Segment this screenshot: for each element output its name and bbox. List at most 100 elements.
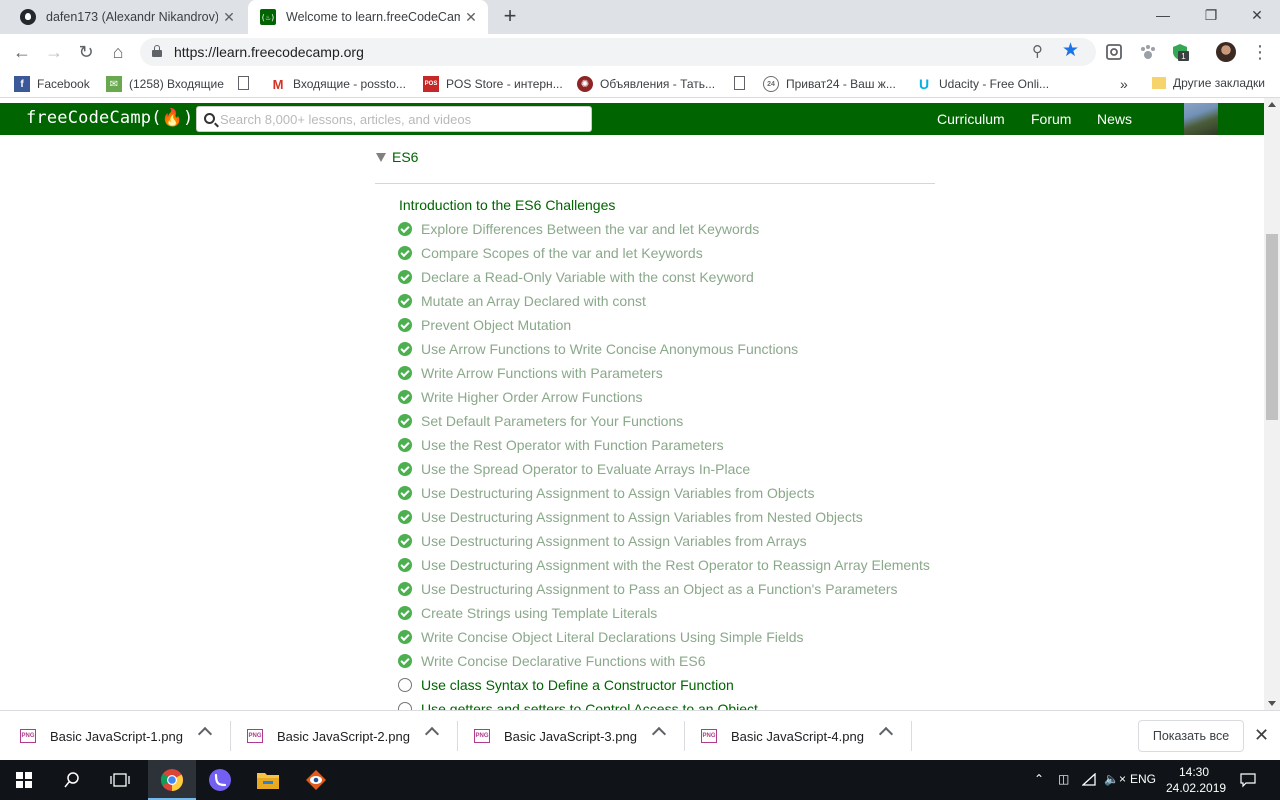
tab-github-profile[interactable]: dafen173 (Alexandr Nikandrov) ✕ [8,0,246,34]
challenge-item[interactable]: Use getters and setters to Control Acces… [398,699,758,710]
challenge-item[interactable]: Explore Differences Between the var and … [398,219,759,239]
tab-freecodecamp[interactable]: (♨) Welcome to learn.freeCodeCamp ✕ [248,0,488,34]
check-circle-icon [398,654,412,668]
nav-forum[interactable]: Forum [1031,111,1071,127]
restore-window-button[interactable]: ❐ [1188,0,1234,30]
nav-curriculum[interactable]: Curriculum [937,111,1005,127]
bookmark-label: Приват24 - Ваш ж... [786,77,896,91]
address-bar[interactable]: https://learn.freecodecamp.org ⚲ ★ [140,38,1096,66]
challenge-item[interactable]: Prevent Object Mutation [398,315,571,335]
site-search-box[interactable] [196,106,592,132]
show-all-downloads-button[interactable]: Показать все [1138,720,1244,752]
challenge-item[interactable]: Use the Spread Operator to Evaluate Arra… [398,459,750,479]
image-viewer-taskbar-icon[interactable] [292,760,340,800]
bookmark-page[interactable] [734,76,752,90]
chevron-up-icon[interactable] [651,726,667,742]
challenge-item[interactable]: Use Destructuring Assignment to Assign V… [398,507,863,527]
bookmarks-overflow-button[interactable]: » [1120,76,1128,92]
tab-close-button[interactable]: ✕ [218,9,240,26]
close-window-button[interactable]: ✕ [1234,0,1280,30]
zoom-magnifier-icon[interactable]: ⚲ [1032,42,1043,60]
volume-muted-icon[interactable]: 🔈× [1104,772,1126,786]
shield-extension-icon[interactable]: 1 [1170,42,1190,62]
download-item[interactable]: PNG Basic JavaScript-2.png [247,711,410,761]
new-tab-button[interactable]: + [498,5,522,29]
reload-icon[interactable]: ↻ [74,40,98,64]
challenge-item[interactable]: Write Concise Declarative Functions with… [398,651,706,671]
menu-dots-icon[interactable]: ⋮ [1248,40,1272,64]
expand-triangle-icon [376,152,386,162]
bookmark-ads[interactable]: ✺ Объявления - Тать... [577,76,715,92]
challenge-item[interactable]: Use Destructuring Assignment to Assign V… [398,483,814,503]
bookmark-page[interactable] [238,76,256,90]
section-toggle-es6[interactable]: ES6 [376,149,418,165]
profile-avatar[interactable] [1216,42,1236,62]
file-explorer-taskbar-icon[interactable] [244,760,292,800]
challenge-title: Compare Scopes of the var and let Keywor… [421,245,703,261]
page-scrollbar[interactable] [1264,98,1280,710]
chevron-up-icon[interactable] [424,726,440,742]
system-clock[interactable]: 14:30 24.02.2019 [1166,764,1226,796]
check-circle-icon [398,582,412,596]
forward-arrow-icon[interactable]: → [42,40,66,64]
challenge-item[interactable]: Write Arrow Functions with Parameters [398,363,663,383]
challenge-item[interactable]: Mutate an Array Declared with const [398,291,646,311]
challenge-item[interactable]: Use Destructuring Assignment to Pass an … [398,579,898,599]
search-input[interactable] [220,110,580,128]
chevron-up-icon[interactable] [878,726,894,742]
tab-close-button[interactable]: ✕ [460,9,482,26]
close-shelf-icon[interactable]: ✕ [1254,725,1269,746]
challenge-item[interactable]: Use class Syntax to Define a Constructor… [398,675,734,695]
task-view-icon[interactable] [96,760,144,800]
other-bookmarks-folder[interactable]: Другие закладки [1152,76,1265,90]
user-avatar[interactable] [1184,103,1218,135]
challenge-item[interactable]: Compare Scopes of the var and let Keywor… [398,243,703,263]
challenge-item[interactable]: Use Destructuring Assignment to Assign V… [398,531,807,551]
download-item[interactable]: PNG Basic JavaScript-4.png [701,711,864,761]
input-language[interactable]: ENG [1130,772,1156,786]
freecodecamp-logo[interactable]: freeCodeCamp(🔥) [26,108,193,128]
back-arrow-icon[interactable]: ← [10,40,34,64]
download-item[interactable]: PNG Basic JavaScript-3.png [474,711,637,761]
chevron-up-icon[interactable] [197,726,213,742]
scroll-down-arrow-icon[interactable] [1268,701,1276,706]
home-icon[interactable]: ⌂ [106,40,130,64]
minimize-window-button[interactable]: — [1140,0,1186,30]
challenge-item[interactable]: Declare a Read-Only Variable with the co… [398,267,754,287]
challenge-item[interactable]: Use the Rest Operator with Function Para… [398,435,724,455]
start-button[interactable] [0,760,48,800]
check-circle-icon [398,534,412,548]
search-icon[interactable] [48,760,96,800]
paw-extension-icon[interactable] [1138,42,1158,62]
screenshot-extension-icon[interactable] [1104,42,1124,62]
nav-news[interactable]: News [1097,111,1132,127]
intro-link[interactable]: Introduction to the ES6 Challenges [399,197,615,213]
bookmark-privat24[interactable]: 24 Приват24 - Ваш ж... [763,76,896,92]
chrome-taskbar-icon[interactable] [148,760,196,800]
scrollbar-thumb[interactable] [1266,234,1278,420]
tray-overflow-chevron-icon[interactable]: ⌃ [1034,772,1044,786]
challenge-item[interactable]: Create Strings using Template Literals [398,603,657,623]
scroll-up-arrow-icon[interactable] [1268,102,1276,107]
challenge-item[interactable]: Write Concise Object Literal Declaration… [398,627,804,647]
challenge-item[interactable]: Set Default Parameters for Your Function… [398,411,683,431]
challenge-title: Write Arrow Functions with Parameters [421,365,663,381]
bookmark-mail-inbox[interactable]: ✉ (1258) Входящие [106,76,224,92]
bookmark-udacity[interactable]: U Udacity - Free Onli... [916,76,1049,92]
bookmarks-bar: f Facebook ✉ (1258) Входящие M Входящие … [0,70,1280,98]
bookmark-pos-store[interactable]: POS POS Store - интерн... [423,76,563,92]
viber-taskbar-icon[interactable] [196,760,244,800]
download-item[interactable]: PNG Basic JavaScript-1.png [20,711,183,761]
download-filename: Basic JavaScript-3.png [504,728,637,744]
bookmark-facebook[interactable]: f Facebook [14,76,90,92]
divider [684,721,685,751]
challenge-item[interactable]: Use Arrow Functions to Write Concise Ano… [398,339,798,359]
url-text[interactable]: https://learn.freecodecamp.org [174,44,364,60]
battery-icon[interactable]: ◫ [1058,772,1069,786]
wifi-icon[interactable] [1082,773,1096,787]
challenge-item[interactable]: Use Destructuring Assignment with the Re… [398,555,930,575]
bookmark-gmail[interactable]: M Входящие - possto... [270,76,406,92]
bookmark-star-icon[interactable]: ★ [1062,39,1079,62]
challenge-item[interactable]: Write Higher Order Arrow Functions [398,387,642,407]
notifications-icon[interactable] [1240,772,1256,788]
